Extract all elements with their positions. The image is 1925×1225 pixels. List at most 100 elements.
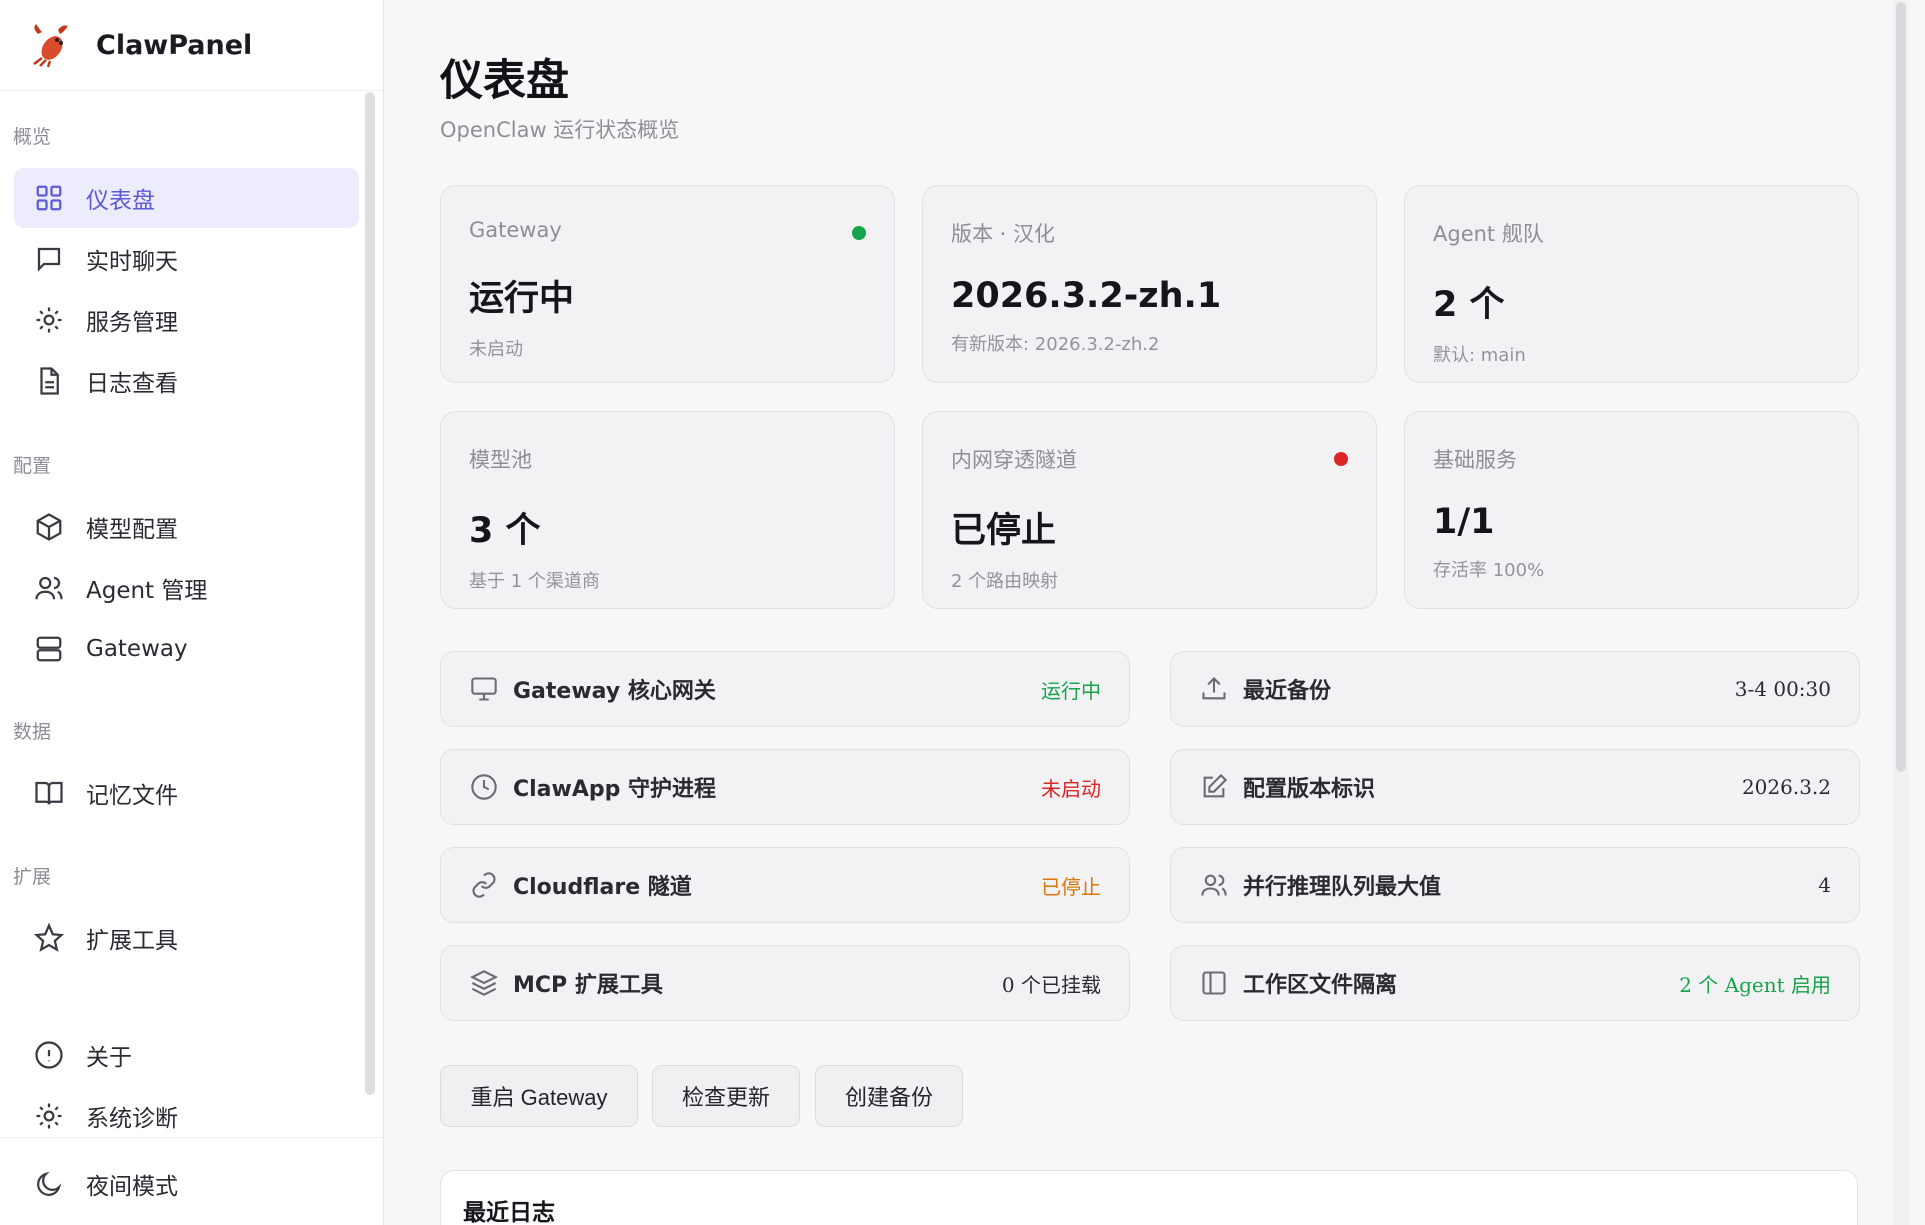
sidebar-item-memory[interactable]: 记忆文件	[14, 763, 359, 823]
night-mode-toggle[interactable]: 夜间模式	[14, 1154, 359, 1214]
main-content: 仪表盘 OpenClaw 运行状态概览 Gateway 运行中 未启动 版本 ·…	[384, 0, 1909, 1225]
sidebar-item-gateway[interactable]: Gateway	[14, 619, 359, 679]
row-value: 0 个已挂载	[1001, 972, 1101, 997]
recent-logs-title: 最近日志	[463, 1200, 555, 1225]
sidebar-item-extensions[interactable]: 扩展工具	[14, 908, 359, 968]
card-label: Gateway	[469, 218, 562, 242]
monitor-icon	[469, 674, 499, 704]
status-row-mcp: MCP 扩展工具 0 个已挂载	[440, 945, 1130, 1021]
recent-logs-panel: 最近日志	[440, 1170, 1858, 1225]
clock-icon	[469, 772, 499, 802]
card-meta: 2 个路由映射	[951, 571, 1059, 592]
moon-icon	[34, 1169, 64, 1199]
row-value: 2 个 Agent 启用	[1679, 972, 1831, 997]
link-icon	[469, 870, 499, 900]
check-update-button[interactable]: 检查更新	[652, 1065, 800, 1127]
sidebar-item-about[interactable]: 关于	[14, 1025, 359, 1085]
sidebar-item-services[interactable]: 服务管理	[14, 290, 359, 350]
sidebar-item-label: 实时聊天	[86, 249, 178, 275]
card-value: 2 个	[1433, 285, 1505, 325]
sidebar-item-label: 日志查看	[86, 371, 178, 397]
edit-icon	[1199, 772, 1229, 802]
night-mode-label: 夜间模式	[86, 1174, 178, 1200]
sidebar-item-dashboard[interactable]: 仪表盘	[14, 168, 359, 228]
row-label: 配置版本标识	[1243, 777, 1376, 802]
row-value: 已停止	[1041, 874, 1101, 899]
info-icon	[34, 1040, 64, 1070]
row-label: 工作区文件隔离	[1243, 973, 1398, 998]
sidebar-item-label: 关于	[86, 1045, 132, 1071]
card-value: 1/1	[1433, 502, 1495, 542]
upload-icon	[1199, 674, 1229, 704]
sidebar-item-label: 系统诊断	[86, 1106, 178, 1132]
status-dot-red	[1334, 452, 1348, 466]
card-value: 3 个	[469, 511, 541, 551]
grid-icon	[34, 183, 64, 213]
info-row-workspace-isolation: 工作区文件隔离 2 个 Agent 启用	[1170, 945, 1860, 1021]
section-label-extend: 扩展	[13, 866, 52, 888]
status-row-gateway: Gateway 核心网关 运行中	[440, 651, 1130, 727]
row-value: 未启动	[1041, 776, 1101, 801]
restart-gateway-button[interactable]: 重启 Gateway	[440, 1065, 638, 1127]
card-label: 模型池	[469, 448, 532, 472]
card-meta: 基于 1 个渠道商	[469, 571, 600, 592]
row-value: 运行中	[1041, 678, 1101, 703]
sidebar-item-label: 记忆文件	[86, 783, 178, 809]
row-value: 4	[1818, 873, 1831, 897]
card-model-pool: 模型池 3 个 基于 1 个渠道商	[440, 411, 895, 609]
sidebar-item-chat[interactable]: 实时聊天	[14, 229, 359, 289]
chat-icon	[34, 244, 64, 274]
book-icon	[34, 778, 64, 808]
sidebar-layout-icon	[1199, 968, 1229, 998]
main-scrollbar-thumb[interactable]	[1896, 2, 1906, 772]
brand[interactable]: ClawPanel	[0, 0, 383, 91]
status-row-clawapp: ClawApp 守护进程 未启动	[440, 749, 1130, 825]
server-icon	[34, 634, 64, 664]
card-meta: 有新版本: 2026.3.2-zh.2	[951, 334, 1160, 355]
row-label: 最近备份	[1243, 679, 1332, 704]
sidebar-item-logs[interactable]: 日志查看	[14, 351, 359, 411]
page-subtitle: OpenClaw 运行状态概览	[440, 118, 680, 142]
card-meta: 未启动	[469, 339, 523, 360]
lobster-logo-icon	[33, 24, 68, 68]
row-label: Cloudflare 隧道	[513, 875, 692, 900]
status-dot-green	[852, 226, 866, 240]
main-scrollbar[interactable]	[1893, 0, 1909, 1225]
card-meta: 存活率 100%	[1433, 560, 1545, 581]
info-row-queue-max: 并行推理队列最大值 4	[1170, 847, 1860, 923]
sidebar-item-label: Gateway	[86, 636, 188, 662]
info-row-backup: 最近备份 3-4 00:30	[1170, 651, 1860, 727]
sidebar: ClawPanel 概览 仪表盘 实时聊天 服务管理 日志查看 配置 模型配置	[0, 0, 384, 1225]
users-icon	[1199, 870, 1229, 900]
users-icon	[34, 573, 64, 603]
card-base-services: 基础服务 1/1 存活率 100%	[1404, 411, 1859, 609]
layers-icon	[469, 968, 499, 998]
card-label: Agent 舰队	[1433, 222, 1544, 246]
sidebar-scrollbar[interactable]	[365, 92, 375, 1095]
card-agent-fleet: Agent 舰队 2 个 默认: main	[1404, 185, 1859, 383]
card-version: 版本 · 汉化 2026.3.2-zh.1 有新版本: 2026.3.2-zh.…	[922, 185, 1377, 383]
sidebar-item-label: Agent 管理	[86, 578, 208, 604]
sun-icon	[34, 305, 64, 335]
sidebar-item-models[interactable]: 模型配置	[14, 497, 359, 557]
card-label: 内网穿透隧道	[951, 448, 1077, 472]
sidebar-item-agents[interactable]: Agent 管理	[14, 558, 359, 618]
row-value: 2026.3.2	[1741, 775, 1831, 799]
sun-icon	[34, 1101, 64, 1131]
sidebar-bottom: 夜间模式	[0, 1137, 384, 1225]
card-meta: 默认: main	[1433, 345, 1526, 366]
page-title: 仪表盘	[440, 56, 569, 106]
section-label-overview: 概览	[13, 126, 52, 148]
info-row-config-version: 配置版本标识 2026.3.2	[1170, 749, 1860, 825]
create-backup-button[interactable]: 创建备份	[815, 1065, 963, 1127]
card-value: 已停止	[951, 511, 1057, 551]
file-icon	[34, 366, 64, 396]
sidebar-item-label: 服务管理	[86, 310, 178, 336]
sidebar-item-label: 仪表盘	[86, 188, 155, 214]
row-label: MCP 扩展工具	[513, 973, 663, 998]
status-row-cloudflare: Cloudflare 隧道 已停止	[440, 847, 1130, 923]
card-value: 运行中	[469, 279, 575, 319]
card-gateway: Gateway 运行中 未启动	[440, 185, 895, 383]
row-label: 并行推理队列最大值	[1243, 875, 1442, 900]
sidebar-item-label: 扩展工具	[86, 928, 178, 954]
